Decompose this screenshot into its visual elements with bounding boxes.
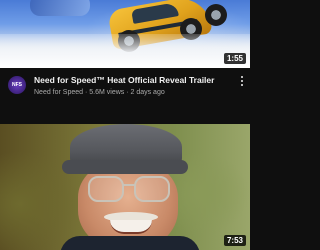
channel-avatar[interactable]: NFS [8, 76, 26, 94]
video-duration: 1:55 [223, 53, 246, 64]
thumbnail-art [30, 0, 90, 16]
thumbnail-art [123, 184, 135, 186]
video-duration: 7:53 [223, 235, 246, 246]
video-meta: NFS Need for Speed™ Heat Official Reveal… [0, 68, 250, 108]
video-thumbnail[interactable]: 7:53 [0, 124, 250, 250]
thumbnail-art [62, 160, 188, 174]
thumbnail-art [0, 34, 250, 68]
thumbnail-art [205, 4, 227, 26]
video-thumbnail[interactable]: 1:55 [0, 0, 250, 68]
video-subline: Need for Speed · 5.6M views · 2 days ago [34, 89, 165, 96]
thumbnail-art [134, 176, 170, 202]
more-actions-button[interactable] [238, 75, 246, 87]
video-feed: 1:55 NFS Need for Speed™ Heat Official R… [0, 0, 250, 250]
thumbnail-art [88, 176, 124, 202]
video-title[interactable]: Need for Speed™ Heat Official Reveal Tra… [34, 75, 229, 86]
thumbnail-art [60, 236, 200, 250]
vertical-ellipsis-icon [241, 76, 243, 86]
